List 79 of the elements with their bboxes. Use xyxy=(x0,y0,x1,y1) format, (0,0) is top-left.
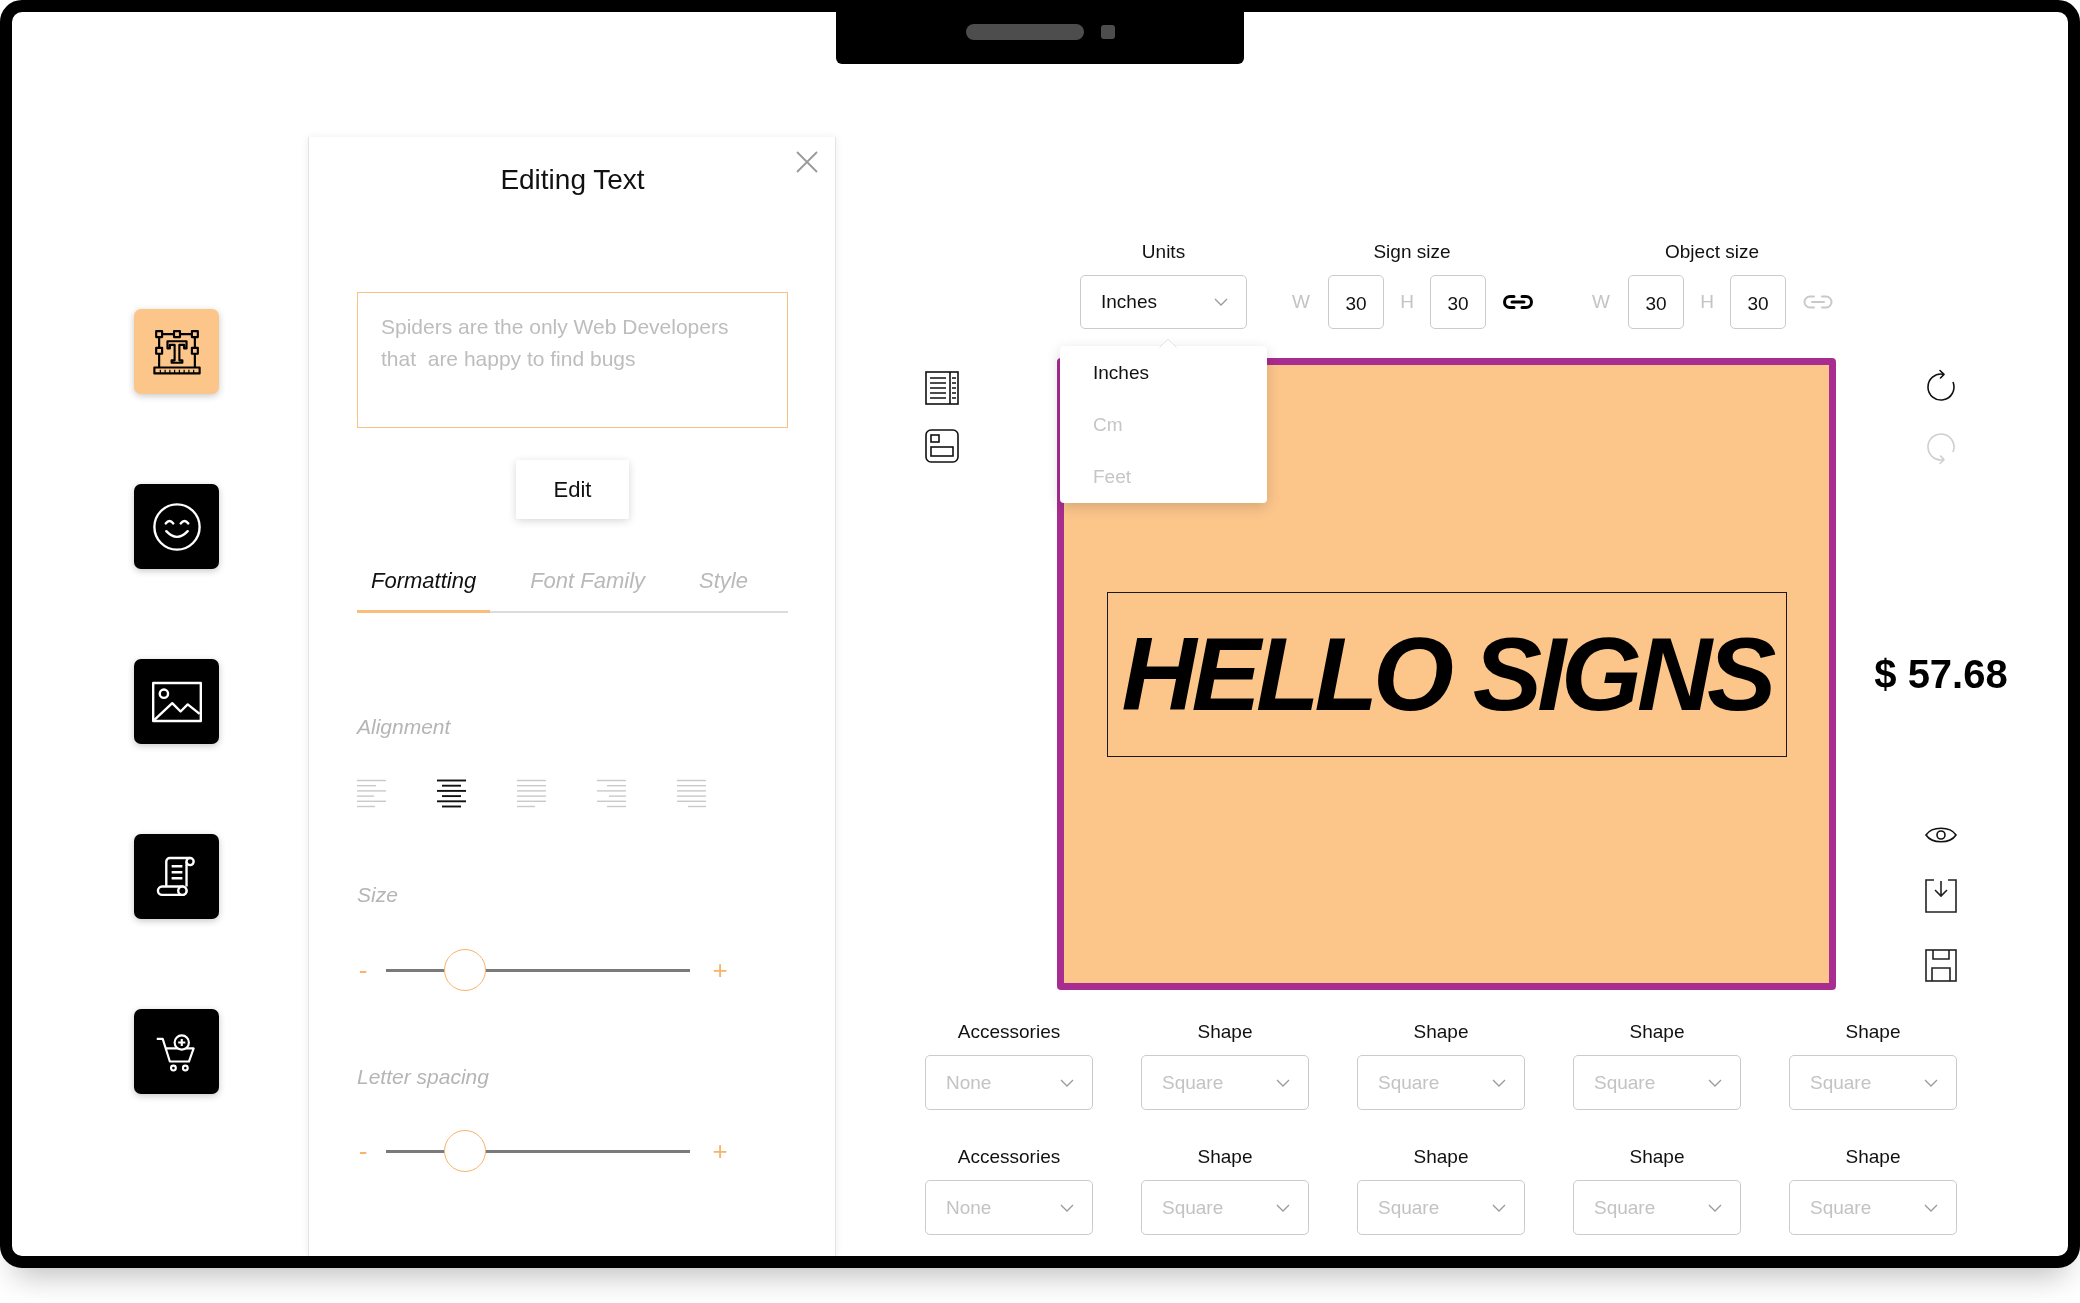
option-dropdown[interactable]: Square xyxy=(1789,1180,1957,1235)
save-icon[interactable] xyxy=(1924,948,1958,983)
size-label: Object size xyxy=(1665,240,1759,264)
align-center-icon[interactable] xyxy=(437,779,466,808)
menu-option[interactable]: Inches xyxy=(1060,347,1267,399)
emoji-button[interactable] xyxy=(134,484,219,569)
option-dropdown[interactable]: Square xyxy=(1573,1180,1741,1235)
sign-text[interactable]: HELLO SIGNS xyxy=(1106,591,1787,757)
option-dropdown[interactable]: Square xyxy=(1141,1180,1309,1235)
section-label: Size xyxy=(357,882,399,908)
chevron-down-icon xyxy=(1492,1203,1506,1212)
chevron-down-icon xyxy=(1060,1078,1074,1087)
text-input[interactable]: Spiders are the only Web Developers that are happy to find bugs xyxy=(357,292,788,428)
option-label: Shape xyxy=(1197,1020,1253,1044)
chain-link-icon[interactable] xyxy=(1502,294,1534,310)
menu-option[interactable]: Feet xyxy=(1060,451,1267,503)
chevron-down-icon xyxy=(1214,298,1228,306)
option-label: Accessories xyxy=(957,1145,1061,1169)
chevron-down-icon xyxy=(1060,1203,1074,1212)
option-dropdown[interactable]: Square xyxy=(1789,1055,1957,1110)
option-dropdown[interactable]: Square xyxy=(1357,1055,1525,1110)
option-dropdown[interactable]: None xyxy=(925,1055,1093,1110)
text-columns-icon[interactable] xyxy=(924,370,960,406)
chevron-down-icon xyxy=(1492,1078,1506,1087)
width-input[interactable]: 30 xyxy=(1328,275,1384,329)
size-label: Sign size xyxy=(1373,240,1451,264)
chevron-down-icon xyxy=(1276,1203,1290,1212)
option-label: Shape xyxy=(1197,1145,1253,1169)
chevron-down-icon xyxy=(1924,1078,1938,1087)
increase-button[interactable]: + xyxy=(712,1138,728,1164)
option-label: Shape xyxy=(1629,1145,1685,1169)
slider-thumb[interactable] xyxy=(444,1130,487,1172)
width-label: W xyxy=(1291,291,1311,313)
option-dropdown[interactable]: None xyxy=(925,1180,1093,1235)
tab[interactable]: Style xyxy=(685,566,762,613)
option-label: Shape xyxy=(1845,1020,1901,1044)
menu-option[interactable]: Cm xyxy=(1060,399,1267,451)
tab[interactable]: Font Family xyxy=(516,566,660,613)
edit-button[interactable]: Edit xyxy=(516,460,629,519)
height-input[interactable]: 30 xyxy=(1730,275,1786,329)
add-to-cart-button[interactable] xyxy=(134,1009,219,1094)
decrease-button[interactable]: - xyxy=(357,1138,369,1164)
increase-button[interactable]: + xyxy=(712,957,728,983)
eye-icon[interactable] xyxy=(1924,824,1958,846)
option-label: Shape xyxy=(1413,1145,1469,1169)
height-label: H xyxy=(1700,291,1714,313)
download-icon[interactable] xyxy=(1924,878,1958,914)
tab[interactable]: Formatting xyxy=(357,566,491,613)
option-dropdown[interactable]: Square xyxy=(1573,1055,1741,1110)
chevron-down-icon xyxy=(1924,1203,1938,1212)
height-label: H xyxy=(1400,291,1414,313)
option-label: Shape xyxy=(1845,1145,1901,1169)
option-label: Accessories xyxy=(957,1020,1061,1044)
units-dropdown[interactable]: Inches xyxy=(1080,275,1247,329)
chevron-down-icon xyxy=(1708,1203,1722,1212)
width-input[interactable]: 30 xyxy=(1628,275,1684,329)
sensor-icon xyxy=(965,24,1115,40)
option-dropdown[interactable]: Square xyxy=(1357,1180,1525,1235)
width-label: W xyxy=(1591,291,1611,313)
slider-thumb[interactable] xyxy=(444,949,487,991)
rotate-arrow-icon[interactable] xyxy=(1924,369,1958,403)
units-label: Units xyxy=(1141,240,1186,264)
smiley-icon xyxy=(151,501,202,552)
scroll-button[interactable] xyxy=(134,834,219,919)
price-label: $ 57.68 xyxy=(1874,651,2008,697)
image-button[interactable] xyxy=(134,659,219,744)
decrease-button[interactable]: - xyxy=(357,957,369,983)
height-input[interactable]: 30 xyxy=(1430,275,1486,329)
text-tool-button[interactable] xyxy=(134,309,219,394)
chevron-down-icon xyxy=(1276,1078,1290,1087)
chevron-down-icon xyxy=(1708,1078,1722,1087)
section-label: Alignment xyxy=(357,714,452,740)
option-label: Shape xyxy=(1629,1020,1685,1044)
option-dropdown[interactable]: Square xyxy=(1141,1055,1309,1110)
layout-icon[interactable] xyxy=(924,428,960,464)
panel-title: Editing Text xyxy=(500,163,645,197)
close-icon[interactable] xyxy=(795,150,819,174)
section-label: Letter spacing xyxy=(357,1064,490,1090)
option-label: Shape xyxy=(1413,1020,1469,1044)
